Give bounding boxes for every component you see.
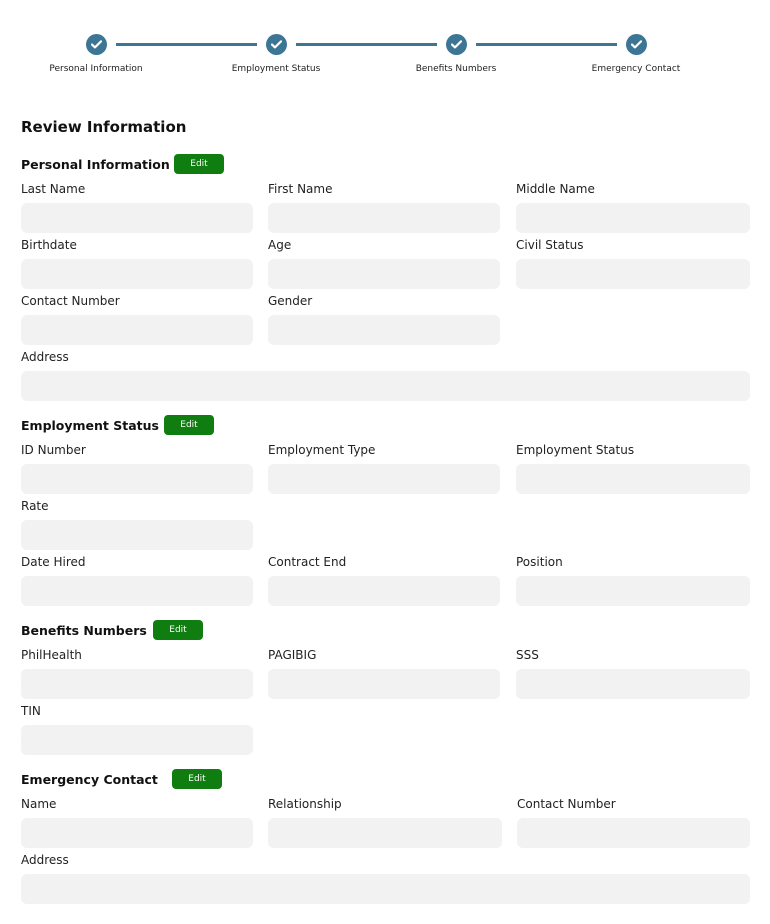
step-benefits-numbers[interactable]: Benefits Numbers	[381, 34, 531, 74]
edit-emergency-button[interactable]: Edit	[172, 769, 222, 789]
section-title-emergency: Emergency Contact	[21, 772, 158, 787]
age-field[interactable]	[268, 259, 500, 289]
step-complete-circle	[85, 34, 107, 55]
emergency-contact-number-field[interactable]	[517, 818, 750, 848]
gender-field[interactable]	[268, 315, 500, 345]
step-emergency-contact[interactable]: Emergency Contact	[561, 34, 711, 74]
address-label: Address	[21, 350, 69, 364]
last-name-label: Last Name	[21, 182, 86, 196]
age-label: Age	[268, 238, 292, 252]
step-complete-circle	[265, 34, 287, 55]
relationship-label: Relationship	[268, 797, 342, 811]
civil-status-field[interactable]	[516, 259, 750, 289]
rate-label: Rate	[21, 499, 49, 513]
step-complete-circle	[445, 34, 467, 55]
step-label: Personal Information	[49, 64, 143, 74]
edit-personal-button[interactable]: Edit	[174, 154, 224, 174]
date-hired-field[interactable]	[21, 576, 253, 606]
employment-status-label: Employment Status	[516, 443, 635, 457]
contract-end-field[interactable]	[268, 576, 500, 606]
check-icon	[630, 40, 642, 49]
birthdate-field[interactable]	[21, 259, 253, 289]
edit-benefits-button[interactable]: Edit	[153, 620, 203, 640]
check-icon	[270, 40, 282, 49]
employment-status-field[interactable]	[516, 464, 750, 494]
position-label: Position	[516, 555, 563, 569]
position-field[interactable]	[516, 576, 750, 606]
id-number-label: ID Number	[21, 443, 86, 457]
section-title-personal: Personal Information	[21, 157, 170, 172]
check-icon	[90, 40, 102, 49]
tin-label: TIN	[21, 704, 41, 718]
address-field[interactable]	[21, 371, 750, 401]
pagibig-field[interactable]	[268, 669, 500, 699]
step-label: Benefits Numbers	[415, 64, 497, 74]
emergency-address-label: Address	[21, 853, 69, 867]
rate-field[interactable]	[21, 520, 253, 550]
page-title: Review Information	[21, 118, 187, 136]
last-name-field[interactable]	[21, 203, 253, 233]
sss-label: SSS	[516, 648, 539, 662]
first-name-label: First Name	[268, 182, 333, 196]
contact-number-field[interactable]	[21, 315, 253, 345]
employment-type-field[interactable]	[268, 464, 500, 494]
philhealth-field[interactable]	[21, 669, 253, 699]
civil-status-label: Civil Status	[516, 238, 584, 252]
emergency-address-field[interactable]	[21, 874, 750, 904]
section-title-employment: Employment Status	[21, 418, 159, 433]
edit-employment-button[interactable]: Edit	[164, 415, 214, 435]
first-name-field[interactable]	[268, 203, 500, 233]
step-employment-status[interactable]: Employment Status	[201, 34, 351, 74]
emergency-name-label: Name	[21, 797, 57, 811]
progress-stepper: Personal Information Employment Status B…	[0, 0, 770, 90]
id-number-field[interactable]	[21, 464, 253, 494]
tin-field[interactable]	[21, 725, 253, 755]
relationship-field[interactable]	[268, 818, 502, 848]
middle-name-field[interactable]	[516, 203, 750, 233]
middle-name-label: Middle Name	[516, 182, 595, 196]
step-label: Employment Status	[231, 64, 321, 74]
pagibig-label: PAGIBIG	[268, 648, 317, 662]
emergency-name-field[interactable]	[21, 818, 253, 848]
contract-end-label: Contract End	[268, 555, 347, 569]
birthdate-label: Birthdate	[21, 238, 77, 252]
philhealth-label: PhilHealth	[21, 648, 82, 662]
check-icon	[450, 40, 462, 49]
emergency-contact-number-label: Contact Number	[517, 797, 616, 811]
sss-field[interactable]	[516, 669, 750, 699]
step-complete-circle	[625, 34, 647, 55]
step-label: Emergency Contact	[591, 64, 681, 74]
gender-label: Gender	[268, 294, 313, 308]
step-personal-information[interactable]: Personal Information	[21, 34, 171, 74]
section-title-benefits: Benefits Numbers	[21, 623, 147, 638]
contact-number-label: Contact Number	[21, 294, 120, 308]
date-hired-label: Date Hired	[21, 555, 86, 569]
employment-type-label: Employment Type	[268, 443, 376, 457]
